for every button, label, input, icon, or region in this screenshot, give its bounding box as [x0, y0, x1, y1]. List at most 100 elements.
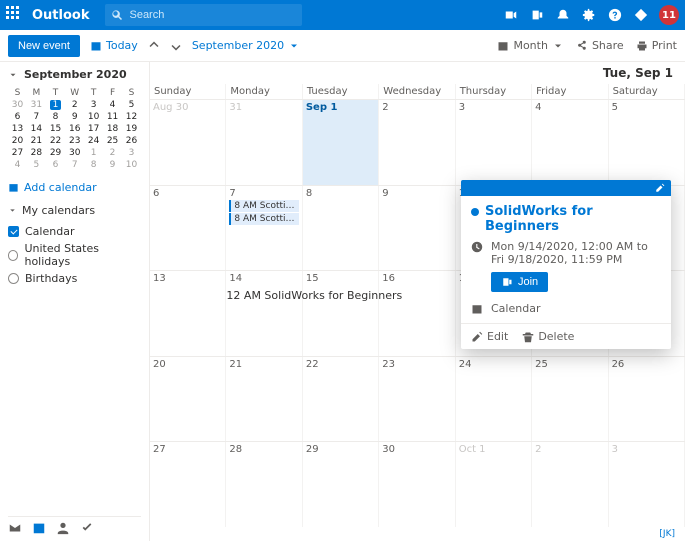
- mini-day[interactable]: 1: [84, 147, 103, 159]
- day-cell[interactable]: 24: [456, 357, 532, 442]
- prev-month-button[interactable]: [148, 40, 160, 52]
- event-chip[interactable]: 8 AM Scottish Lege: [229, 200, 298, 212]
- mini-day[interactable]: 8: [84, 159, 103, 171]
- view-picker[interactable]: Month: [497, 39, 563, 52]
- mini-day[interactable]: 7: [27, 111, 46, 123]
- day-cell[interactable]: 29: [303, 442, 379, 527]
- mini-day[interactable]: 24: [84, 135, 103, 147]
- mini-day[interactable]: 21: [27, 135, 46, 147]
- delete-button[interactable]: Delete: [522, 330, 574, 343]
- day-cell[interactable]: 5: [609, 100, 685, 185]
- day-cell[interactable]: 9: [379, 186, 455, 271]
- edit-icon[interactable]: [655, 183, 665, 193]
- day-cell[interactable]: 25: [532, 357, 608, 442]
- join-button[interactable]: Join: [491, 272, 548, 292]
- mini-day[interactable]: 10: [84, 111, 103, 123]
- mini-day[interactable]: 19: [122, 123, 141, 135]
- day-cell[interactable]: 27: [150, 442, 226, 527]
- diamond-icon[interactable]: [633, 7, 649, 23]
- mini-day[interactable]: 2: [103, 147, 122, 159]
- mini-day[interactable]: 14: [27, 123, 46, 135]
- mini-day[interactable]: 18: [103, 123, 122, 135]
- day-cell[interactable]: 8: [303, 186, 379, 271]
- day-cell[interactable]: 14: [226, 271, 302, 356]
- day-cell[interactable]: 78 AM Scottish Lege8 AM Scottish Lege: [226, 186, 302, 271]
- day-cell[interactable]: 28: [226, 442, 302, 527]
- day-cell[interactable]: 6: [150, 186, 226, 271]
- mini-day[interactable]: 9: [103, 159, 122, 171]
- day-cell[interactable]: 2: [532, 442, 608, 527]
- mini-cal-header[interactable]: September 2020: [8, 68, 141, 81]
- mini-day[interactable]: 2: [65, 99, 84, 111]
- search-box[interactable]: [105, 4, 302, 26]
- mini-day[interactable]: 4: [8, 159, 27, 171]
- month-picker[interactable]: September 2020: [192, 39, 300, 52]
- calendar-module-icon[interactable]: [32, 521, 46, 535]
- settings-icon[interactable]: [581, 7, 597, 23]
- mini-day[interactable]: 25: [103, 135, 122, 147]
- mini-day[interactable]: 13: [8, 123, 27, 135]
- mini-day[interactable]: 12: [122, 111, 141, 123]
- day-cell[interactable]: 20: [150, 357, 226, 442]
- mini-day[interactable]: 30: [8, 99, 27, 111]
- mini-day[interactable]: 3: [84, 99, 103, 111]
- meet-now-icon[interactable]: [503, 7, 519, 23]
- calendar-item[interactable]: United States holidays: [8, 240, 141, 270]
- calendar-item[interactable]: Calendar: [8, 223, 141, 240]
- day-cell[interactable]: 3: [609, 442, 685, 527]
- share-button[interactable]: Share: [576, 39, 624, 52]
- mini-day[interactable]: 9: [65, 111, 84, 123]
- day-cell[interactable]: 23: [379, 357, 455, 442]
- teams-icon[interactable]: [529, 7, 545, 23]
- avatar[interactable]: 11: [659, 5, 679, 25]
- edit-button[interactable]: Edit: [471, 330, 508, 343]
- footer-link[interactable]: [JK]: [150, 527, 685, 541]
- mini-day[interactable]: 10: [122, 159, 141, 171]
- checkbox[interactable]: [8, 226, 19, 237]
- day-cell[interactable]: 30: [379, 442, 455, 527]
- mini-day[interactable]: 30: [65, 147, 84, 159]
- checkbox[interactable]: [8, 273, 19, 284]
- mini-day[interactable]: 6: [46, 159, 65, 171]
- day-cell[interactable]: 2: [379, 100, 455, 185]
- new-event-button[interactable]: New event: [8, 35, 80, 57]
- calendar-item[interactable]: Birthdays: [8, 270, 141, 287]
- day-cell[interactable]: 15: [303, 271, 379, 356]
- mini-day[interactable]: 5: [122, 99, 141, 111]
- day-cell[interactable]: Aug 30: [150, 100, 226, 185]
- checkbox[interactable]: [8, 250, 18, 261]
- mini-day[interactable]: 28: [27, 147, 46, 159]
- mail-module-icon[interactable]: [8, 521, 22, 535]
- today-button[interactable]: Today: [90, 39, 138, 52]
- day-cell[interactable]: 4: [532, 100, 608, 185]
- mini-day[interactable]: 23: [65, 135, 84, 147]
- print-button[interactable]: Print: [636, 39, 677, 52]
- mini-day[interactable]: 1: [46, 99, 65, 111]
- app-launcher-icon[interactable]: [6, 6, 24, 24]
- day-cell[interactable]: 21: [226, 357, 302, 442]
- day-cell[interactable]: 16: [379, 271, 455, 356]
- mini-day[interactable]: 31: [27, 99, 46, 111]
- todo-module-icon[interactable]: [80, 521, 94, 535]
- mini-day[interactable]: 22: [46, 135, 65, 147]
- mini-day[interactable]: 6: [8, 111, 27, 123]
- event-chip[interactable]: 8 AM Scottish Lege: [229, 213, 298, 225]
- add-calendar-button[interactable]: Add calendar: [8, 181, 141, 194]
- day-cell[interactable]: 22: [303, 357, 379, 442]
- mini-day[interactable]: 4: [103, 99, 122, 111]
- day-cell[interactable]: 13: [150, 271, 226, 356]
- mini-day[interactable]: 11: [103, 111, 122, 123]
- mini-day[interactable]: 29: [46, 147, 65, 159]
- notifications-icon[interactable]: [555, 7, 571, 23]
- help-icon[interactable]: [607, 7, 623, 23]
- day-cell[interactable]: 3: [456, 100, 532, 185]
- day-cell[interactable]: Oct 1: [456, 442, 532, 527]
- my-calendars-header[interactable]: My calendars: [8, 204, 141, 217]
- day-cell[interactable]: 26: [609, 357, 685, 442]
- mini-day[interactable]: 15: [46, 123, 65, 135]
- search-input[interactable]: [129, 9, 296, 21]
- mini-day[interactable]: 26: [122, 135, 141, 147]
- mini-day[interactable]: 17: [84, 123, 103, 135]
- day-cell[interactable]: 31: [226, 100, 302, 185]
- people-module-icon[interactable]: [56, 521, 70, 535]
